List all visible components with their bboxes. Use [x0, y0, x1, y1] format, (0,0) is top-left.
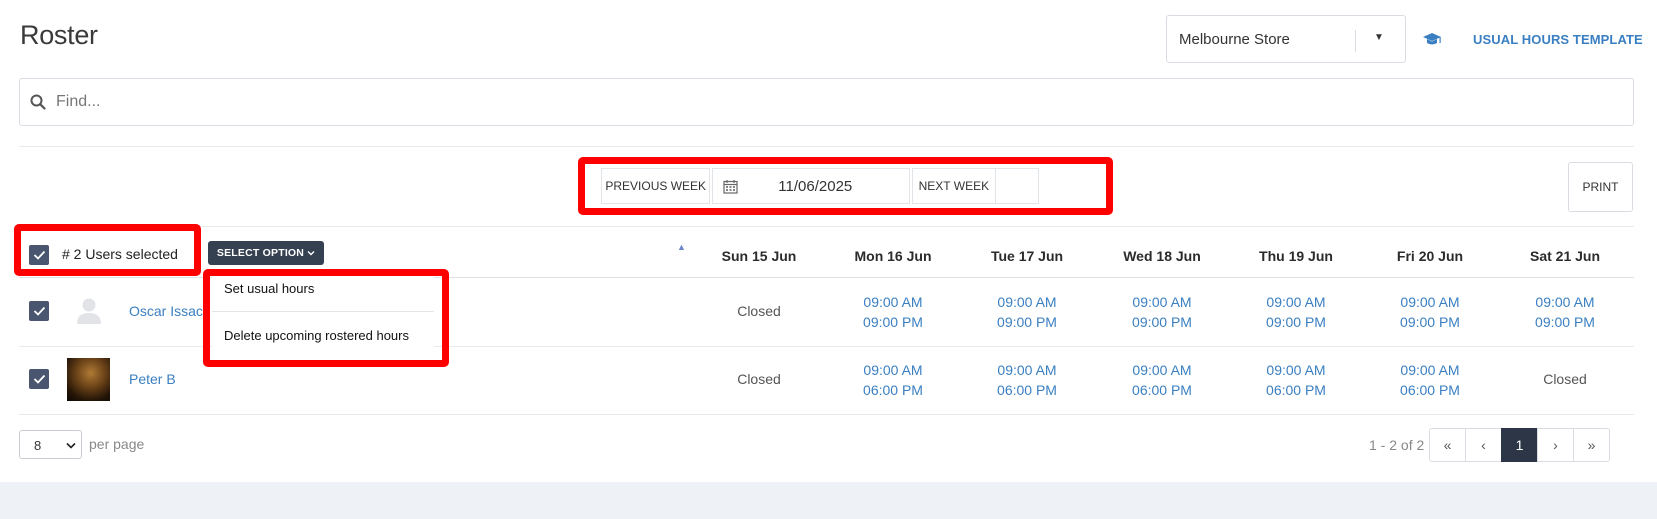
- shift-cell[interactable]: 09:00 AM 09:00 PM: [1229, 292, 1363, 332]
- search-icon: [30, 94, 46, 110]
- next-page-button[interactable]: ›: [1537, 428, 1574, 462]
- roster-panel: Roster Melbourne Store ▼ USUAL HOURS TEM…: [0, 0, 1657, 482]
- pagination: « ‹ 1 › »: [1429, 428, 1610, 462]
- last-page-button[interactable]: »: [1573, 428, 1610, 462]
- shift-cell[interactable]: 09:00 AM 06:00 PM: [826, 360, 960, 400]
- sort-ascending-icon[interactable]: ▲: [677, 242, 686, 252]
- shift-cell[interactable]: 09:00 AM 09:00 PM: [826, 292, 960, 332]
- shift-end: 06:00 PM: [1400, 382, 1460, 398]
- divider: [19, 146, 1634, 147]
- shift-cell[interactable]: 09:00 AM 06:00 PM: [1229, 360, 1363, 400]
- shift-cell[interactable]: 09:00 AM 09:00 PM: [1363, 292, 1497, 332]
- previous-page-button[interactable]: ‹: [1465, 428, 1502, 462]
- shift-start: 09:00 AM: [1400, 294, 1460, 310]
- user-name-link[interactable]: Oscar Issac: [129, 303, 203, 319]
- store-select-value: Melbourne Store: [1179, 31, 1290, 48]
- user-name-link[interactable]: Peter B: [129, 371, 176, 387]
- highlight-selection: [14, 224, 201, 276]
- check-icon: [33, 374, 45, 384]
- day-header-sun: Sun 15 Jun: [721, 248, 797, 264]
- usual-hours-template-link[interactable]: USUAL HOURS TEMPLATE: [1473, 32, 1643, 47]
- print-button[interactable]: PRINT: [1568, 162, 1633, 212]
- shift-start: 09:00 AM: [1400, 362, 1460, 378]
- shift-end: 06:00 PM: [863, 382, 923, 398]
- shift-start: 09:00 AM: [1266, 362, 1326, 378]
- shift-start: 09:00 AM: [1132, 294, 1192, 310]
- shift-cell[interactable]: 09:00 AM 09:00 PM: [1498, 292, 1632, 332]
- day-header-wed: Wed 18 Jun: [1123, 248, 1201, 264]
- shift-end: 09:00 PM: [1535, 314, 1595, 330]
- search-input[interactable]: [54, 89, 1614, 115]
- day-header-mon: Mon 16 Jun: [854, 248, 932, 264]
- shift-cell-closed: Closed: [737, 303, 781, 319]
- per-page-select[interactable]: 8: [19, 430, 82, 459]
- shift-end: 06:00 PM: [1132, 382, 1192, 398]
- shift-end: 09:00 PM: [863, 314, 923, 330]
- default-avatar-icon: [77, 298, 101, 324]
- chevron-down-icon: [307, 251, 315, 256]
- shift-start: 09:00 AM: [1132, 362, 1192, 378]
- day-header-fri: Fri 20 Jun: [1396, 248, 1464, 264]
- search-field[interactable]: [19, 78, 1634, 126]
- row-checkbox[interactable]: [29, 369, 49, 389]
- shift-start: 09:00 AM: [863, 362, 923, 378]
- first-page-button[interactable]: «: [1429, 428, 1466, 462]
- shift-start: 09:00 AM: [1535, 294, 1595, 310]
- row-checkbox[interactable]: [29, 301, 49, 321]
- select-option-button[interactable]: SELECT OPTION: [208, 241, 324, 265]
- divider: [19, 226, 1634, 227]
- shift-end: 09:00 PM: [997, 314, 1057, 330]
- day-header-thu: Thu 19 Jun: [1259, 248, 1333, 264]
- shift-start: 09:00 AM: [997, 294, 1057, 310]
- graduation-cap-icon[interactable]: [1422, 30, 1442, 48]
- day-header-tue: Tue 17 Jun: [990, 248, 1064, 264]
- shift-cell-closed: Closed: [1543, 371, 1587, 387]
- shift-start: 09:00 AM: [1266, 294, 1326, 310]
- shift-cell[interactable]: 09:00 AM 09:00 PM: [1095, 292, 1229, 332]
- per-page-value: 8: [34, 438, 42, 453]
- shift-end: 09:00 PM: [1266, 314, 1326, 330]
- highlight-week-navigation: [578, 157, 1113, 215]
- row-divider: [19, 414, 1634, 415]
- shift-cell[interactable]: 09:00 AM 06:00 PM: [960, 360, 1094, 400]
- chevron-down-icon: [66, 442, 76, 449]
- select-divider: [1355, 30, 1356, 52]
- shift-end: 06:00 PM: [1266, 382, 1326, 398]
- highlight-dropdown: [203, 269, 449, 367]
- check-icon: [33, 306, 45, 316]
- page-title: Roster: [20, 20, 98, 50]
- shift-cell-closed: Closed: [737, 371, 781, 387]
- pagination-range: 1 - 2 of 2: [1369, 437, 1425, 453]
- store-select[interactable]: Melbourne Store ▼: [1166, 15, 1406, 63]
- shift-start: 09:00 AM: [997, 362, 1057, 378]
- shift-cell[interactable]: 09:00 AM 06:00 PM: [1095, 360, 1229, 400]
- day-header-sat: Sat 21 Jun: [1529, 248, 1601, 264]
- per-page-label: per page: [89, 436, 145, 452]
- user-avatar-photo: [67, 358, 110, 401]
- shift-start: 09:00 AM: [863, 294, 923, 310]
- shift-end: 06:00 PM: [997, 382, 1057, 398]
- shift-end: 09:00 PM: [1132, 314, 1192, 330]
- select-option-label: SELECT OPTION: [216, 247, 305, 259]
- caret-down-icon: ▼: [1374, 32, 1384, 43]
- shift-cell[interactable]: 09:00 AM 09:00 PM: [960, 292, 1094, 332]
- shift-cell[interactable]: 09:00 AM 06:00 PM: [1363, 360, 1497, 400]
- page-button-current[interactable]: 1: [1501, 428, 1538, 462]
- shift-end: 09:00 PM: [1400, 314, 1460, 330]
